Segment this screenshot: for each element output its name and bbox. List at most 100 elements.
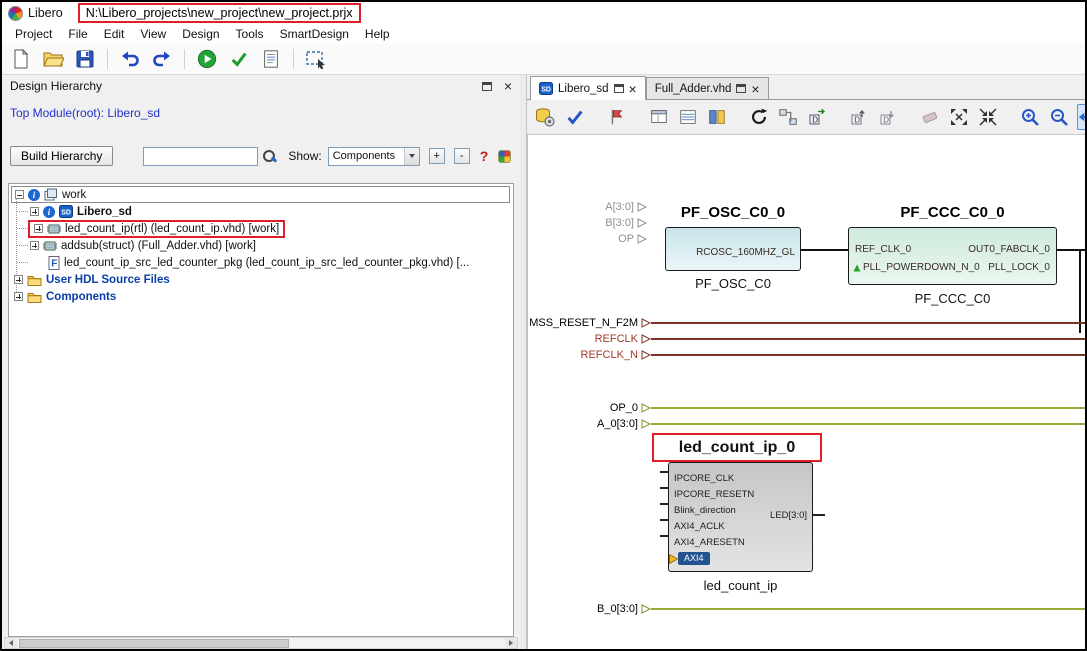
check-design-rules-button[interactable]: [564, 104, 586, 130]
tab-full-adder[interactable]: Full_Adder.vhd: [646, 77, 769, 99]
promote-to-top-button[interactable]: D: [806, 104, 828, 130]
design-hierarchy-header: Design Hierarchy: [2, 75, 520, 97]
port-arrow-icon: [641, 350, 651, 360]
signal-label-b0[interactable]: B_0[3:0]: [528, 603, 638, 615]
port-label-a[interactable]: A[3:0]: [568, 201, 634, 213]
scroll-left-icon[interactable]: [5, 638, 17, 648]
customize-icon[interactable]: [498, 150, 511, 163]
pin-stub: [660, 503, 668, 505]
show-dropdown[interactable]: Components: [328, 147, 420, 166]
refresh-button[interactable]: [748, 104, 770, 130]
port-arrow-icon: [641, 604, 651, 614]
open-project-button[interactable]: [40, 46, 66, 72]
auto-arrange-button[interactable]: [648, 104, 670, 130]
signal-label-a0[interactable]: A_0[3:0]: [528, 418, 638, 430]
close-panel-icon[interactable]: [504, 81, 512, 91]
pan-arrows-icon: [1078, 105, 1087, 129]
promote-pin-icon: D: [807, 107, 827, 127]
undo-button[interactable]: [117, 46, 143, 72]
signal-label-refclk[interactable]: REFCLK: [528, 333, 638, 345]
panel-splitter[interactable]: [520, 75, 527, 649]
route-nets-button[interactable]: [706, 104, 728, 130]
expand-expander-icon[interactable]: [14, 275, 23, 284]
collapse-expander-icon[interactable]: [15, 190, 24, 199]
tree-row-user-hdl[interactable]: User HDL Source Files: [11, 271, 510, 288]
new-document-icon: [10, 48, 32, 70]
menu-help[interactable]: Help: [358, 25, 397, 43]
hierarchy-search-input[interactable]: [143, 147, 258, 166]
menu-project[interactable]: Project: [8, 25, 59, 43]
port-arrow-icon: [637, 202, 647, 212]
generate-component-button[interactable]: [533, 104, 557, 130]
menu-file[interactable]: File: [61, 25, 94, 43]
build-hierarchy-button[interactable]: Build Hierarchy: [10, 146, 113, 166]
close-tab-icon[interactable]: [751, 84, 759, 94]
connect-mode-button[interactable]: [777, 104, 799, 130]
tab-libero-sd[interactable]: SD Libero_sd: [530, 76, 646, 100]
menu-design[interactable]: Design: [175, 25, 226, 43]
show-label: Show:: [288, 149, 321, 163]
tree-row-work[interactable]: i work: [11, 186, 510, 203]
generate-icon: [534, 106, 556, 128]
float-tab-icon[interactable]: [614, 84, 624, 93]
horizontal-scrollbar[interactable]: [4, 637, 518, 649]
zoom-in-button[interactable]: [1019, 104, 1041, 130]
menu-edit[interactable]: Edit: [97, 25, 132, 43]
search-icon[interactable]: [262, 149, 276, 163]
block-port: IPCORE_CLK: [674, 473, 734, 484]
tree-row-addsub[interactable]: addsub(struct) (Full_Adder.vhd) [work]: [11, 237, 510, 254]
select-area-button[interactable]: [303, 46, 329, 72]
save-icon: [75, 49, 95, 69]
expand-all-button[interactable]: +: [429, 148, 445, 164]
signal-label-op0[interactable]: OP_0: [528, 402, 638, 414]
pf-osc-block[interactable]: RCOSC_160MHZ_GL: [665, 227, 801, 271]
scrollbar-thumb[interactable]: [19, 639, 289, 648]
new-document-button[interactable]: [8, 46, 34, 72]
list-icon: [678, 107, 698, 127]
tree-label: addsub(struct) (Full_Adder.vhd) [work]: [61, 240, 256, 252]
port-label-op[interactable]: OP: [568, 233, 634, 245]
port-label-b[interactable]: B[3:0]: [568, 217, 634, 229]
pan-mode-button[interactable]: [1077, 104, 1087, 130]
show-grid-button[interactable]: [677, 104, 699, 130]
report-button[interactable]: [258, 46, 284, 72]
maximize-view-button[interactable]: [948, 104, 970, 130]
save-button[interactable]: [72, 46, 98, 72]
smartdesign-canvas[interactable]: A[3:0] B[3:0] OP PF_OSC_C0_0 RCOSC_160MH…: [527, 135, 1085, 649]
menu-view[interactable]: View: [133, 25, 173, 43]
demote-pin-button[interactable]: D: [848, 104, 870, 130]
expand-expander-icon[interactable]: [30, 241, 39, 250]
block-port: RCOSC_160MHZ_GL: [696, 247, 795, 258]
expand-expander-icon[interactable]: [14, 292, 23, 301]
tree-row-components[interactable]: Components: [11, 288, 510, 305]
svg-text:D: D: [883, 116, 889, 125]
tree-row-libero-sd[interactable]: i SD Libero_sd: [11, 203, 510, 220]
verify-button[interactable]: [226, 46, 252, 72]
menu-smartdesign[interactable]: SmartDesign: [273, 25, 356, 43]
run-button[interactable]: [194, 46, 220, 72]
led-count-ip-block[interactable]: IPCORE_CLK IPCORE_RESETN Blink_direction…: [668, 462, 813, 572]
zoom-out-button[interactable]: [1048, 104, 1070, 130]
delete-button[interactable]: [919, 104, 941, 130]
signal-label-refclk-n[interactable]: REFCLK_N: [528, 349, 638, 361]
tree-row-led-count-ip[interactable]: led_count_ip(rtl) (led_count_ip.vhd) [wo…: [11, 220, 510, 237]
restore-view-button[interactable]: [977, 104, 999, 130]
tree-row-led-counter-pkg[interactable]: F led_count_ip_src_led_counter_pkg (led_…: [11, 254, 510, 271]
scroll-right-icon[interactable]: [505, 638, 517, 648]
help-button[interactable]: ?: [480, 148, 489, 164]
expand-expander-icon[interactable]: [30, 207, 39, 216]
block-port: AXI4_ARESETN: [674, 537, 745, 548]
unpromote-pin-button[interactable]: D: [877, 104, 899, 130]
float-panel-icon[interactable]: [482, 82, 492, 91]
pf-ccc-block[interactable]: REF_CLK_0 PLL_POWERDOWN_N_0 OUT0_FABCLK_…: [848, 227, 1057, 285]
close-tab-icon[interactable]: [629, 84, 637, 94]
project-path-annotation: N:\Libero_projects\new_project\new_proje…: [78, 3, 361, 23]
float-tab-icon[interactable]: [736, 84, 746, 93]
redo-button[interactable]: [149, 46, 175, 72]
menu-tools[interactable]: Tools: [229, 25, 271, 43]
signal-label-mss-reset[interactable]: MSS_RESET_N_F2M: [528, 317, 638, 329]
add-note-button[interactable]: [606, 104, 628, 130]
expand-expander-icon[interactable]: [34, 224, 43, 233]
chevron-down-icon[interactable]: [404, 148, 419, 165]
collapse-all-button[interactable]: -: [454, 148, 470, 164]
